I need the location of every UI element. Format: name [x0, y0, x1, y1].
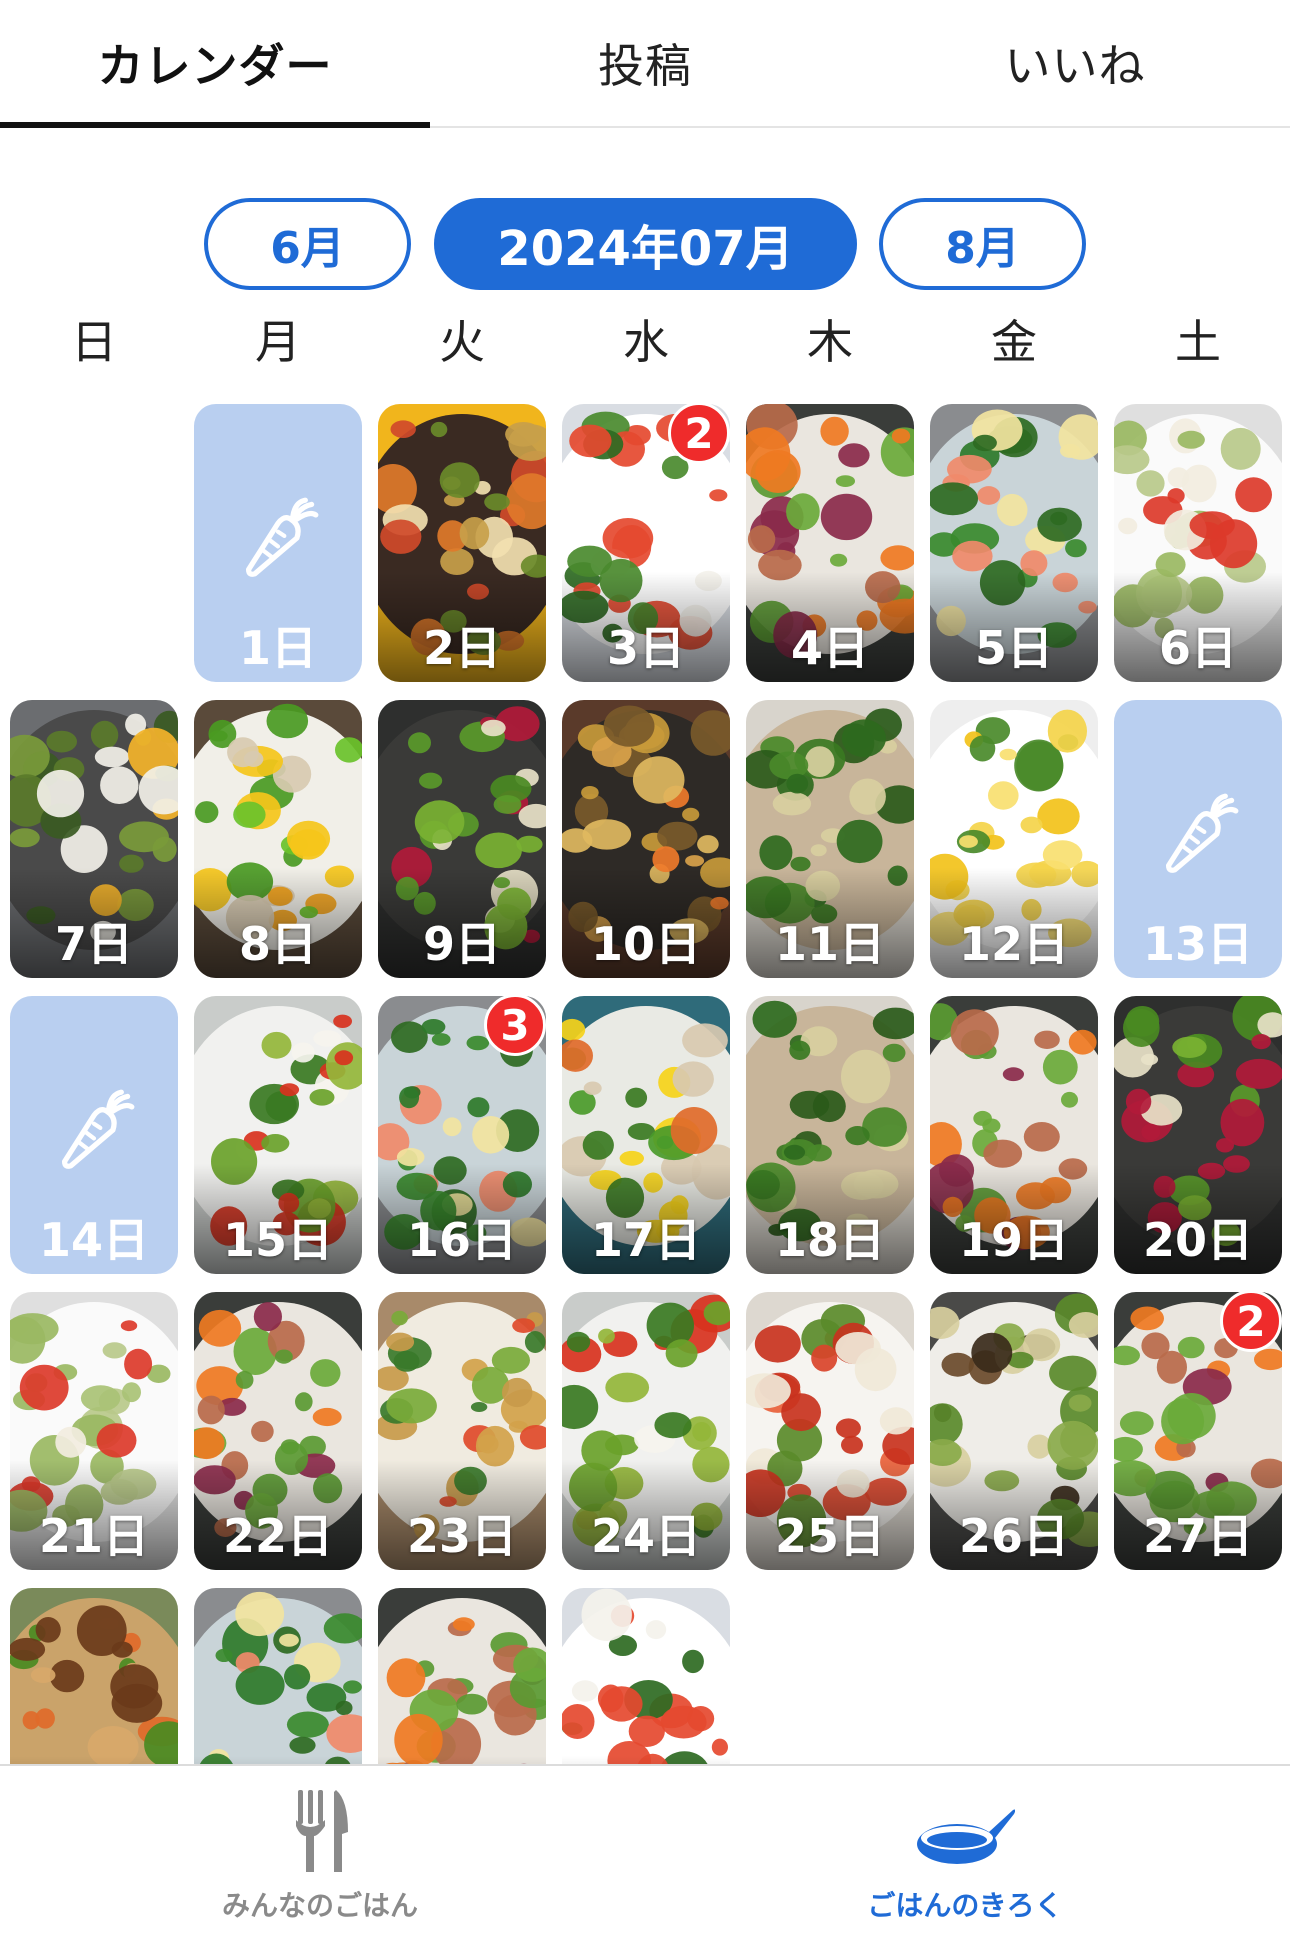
post-count-badge: 3	[484, 994, 546, 1056]
day-label: 27日	[1142, 1509, 1253, 1563]
post-count-badge: 2	[668, 402, 730, 464]
calendar-day-cell[interactable]: 26日	[930, 1292, 1098, 1570]
calendar-day-cell[interactable]: 5日	[930, 404, 1098, 682]
day-label: 23日	[406, 1509, 517, 1563]
calendar-day-cell[interactable]: 10日	[562, 700, 730, 978]
calendar-grid: 1日 2日 3日 2 4日 5日 6日 7日 8日 9日 10日 11日 12日 13日 14日 15日 16日…	[0, 400, 1290, 1764]
calendar-day-cell[interactable]: 4日	[746, 404, 914, 682]
carrot-icon	[245, 497, 319, 577]
calendar-day-cell[interactable]: 6日	[1114, 404, 1282, 682]
bottom-nav: みんなのごはん ごはんのきろく	[0, 1764, 1290, 1944]
calendar-day-cell[interactable]: 19日	[930, 996, 1098, 1274]
calendar-day-cell[interactable]	[194, 1588, 362, 1764]
meal-photo	[562, 1588, 730, 1764]
day-label: 3日	[606, 621, 685, 675]
meal-photo	[10, 1588, 178, 1764]
calendar-day-cell[interactable]: 11日	[746, 700, 914, 978]
meal-photo	[194, 1588, 362, 1764]
calendar-day-cell[interactable]	[378, 1588, 546, 1764]
day-label: 14日	[38, 1213, 149, 1267]
day-label: 20日	[1142, 1213, 1253, 1267]
weekday-wed: 水	[623, 315, 669, 369]
tab-calendar[interactable]: カレンダー	[0, 0, 430, 128]
calendar-day-cell[interactable]: 7日	[10, 700, 178, 978]
day-label: 21日	[38, 1509, 149, 1563]
day-label: 18日	[774, 1213, 885, 1267]
calendar-day-cell[interactable]: 20日	[1114, 996, 1282, 1274]
day-label: 13日	[1142, 917, 1253, 971]
day-label: 22日	[222, 1509, 333, 1563]
frying-pan-icon	[917, 1809, 1015, 1864]
calendar-day-cell[interactable]: 25日	[746, 1292, 914, 1570]
day-label: 8日	[238, 917, 317, 971]
current-month-label: 2024年07月	[434, 198, 857, 290]
next-month-button[interactable]: 8月	[879, 198, 1086, 290]
day-label: 16日	[406, 1213, 517, 1267]
calendar-day-cell[interactable]: 24日	[562, 1292, 730, 1570]
day-label: 7日	[54, 917, 133, 971]
day-label: 12日	[958, 917, 1069, 971]
carrot-icon	[1165, 793, 1239, 873]
calendar-day-cell[interactable]: 22日	[194, 1292, 362, 1570]
day-label: 1日	[238, 621, 317, 675]
calendar-day-cell[interactable]: 18日	[746, 996, 914, 1274]
day-label: 2日	[422, 621, 501, 675]
calendar-day-cell[interactable]: 14日	[10, 996, 178, 1274]
calendar-day-cell[interactable]: 8日	[194, 700, 362, 978]
nav-everyone-meals-label: みんなのごはん	[221, 1889, 418, 1922]
nav-everyone-meals[interactable]: みんなのごはん	[170, 1776, 470, 1936]
day-label: 19日	[958, 1213, 1069, 1267]
top-tab-bar: カレンダー 投稿 いいね	[0, 0, 1290, 128]
day-label: 5日	[974, 621, 1053, 675]
day-label: 9日	[422, 917, 501, 971]
day-label: 15日	[222, 1213, 333, 1267]
tab-likes[interactable]: いいね	[860, 0, 1290, 126]
calendar-day-cell[interactable]: 2日	[378, 404, 546, 682]
calendar-day-cell[interactable]	[10, 1588, 178, 1764]
weekday-sat: 土	[1175, 315, 1221, 369]
weekday-sun: 日	[71, 315, 117, 369]
day-label: 6日	[1158, 621, 1237, 675]
day-label: 24日	[590, 1509, 701, 1563]
calendar-day-cell[interactable]	[562, 1588, 730, 1764]
weekday-header: 日 月 火 水 木 金 土	[0, 306, 1290, 376]
day-label: 17日	[590, 1213, 701, 1267]
weekday-mon: 月	[255, 315, 301, 369]
day-label: 10日	[590, 917, 701, 971]
meal-photo	[378, 1588, 546, 1764]
post-count-badge: 2	[1220, 1290, 1282, 1352]
tab-posts[interactable]: 投稿	[430, 0, 860, 126]
calendar-day-cell[interactable]: 15日	[194, 996, 362, 1274]
day-label: 26日	[958, 1509, 1069, 1563]
calendar-day-cell[interactable]: 9日	[378, 700, 546, 978]
day-label: 25日	[774, 1509, 885, 1563]
prev-month-button[interactable]: 6月	[204, 198, 411, 290]
weekday-thu: 木	[807, 315, 853, 369]
weekday-fri: 金	[991, 315, 1037, 369]
nav-my-meal-log[interactable]: ごはんのきろく	[815, 1776, 1115, 1936]
calendar-day-cell[interactable]: 17日	[562, 996, 730, 1274]
calendar-day-cell[interactable]: 12日	[930, 700, 1098, 978]
nav-my-meal-log-label: ごはんのきろく	[867, 1889, 1063, 1922]
calendar-day-cell[interactable]: 21日	[10, 1292, 178, 1570]
calendar-day-cell[interactable]: 1日	[194, 404, 362, 682]
month-switcher: 6月 2024年07月 8月	[0, 198, 1290, 294]
calendar-day-cell[interactable]: 13日	[1114, 700, 1282, 978]
calendar-day-cell[interactable]: 23日	[378, 1292, 546, 1570]
fork-knife-icon	[296, 1790, 348, 1872]
weekday-tue: 火	[439, 315, 485, 369]
day-label: 11日	[774, 917, 885, 971]
carrot-icon	[61, 1089, 135, 1169]
day-label: 4日	[790, 621, 869, 675]
